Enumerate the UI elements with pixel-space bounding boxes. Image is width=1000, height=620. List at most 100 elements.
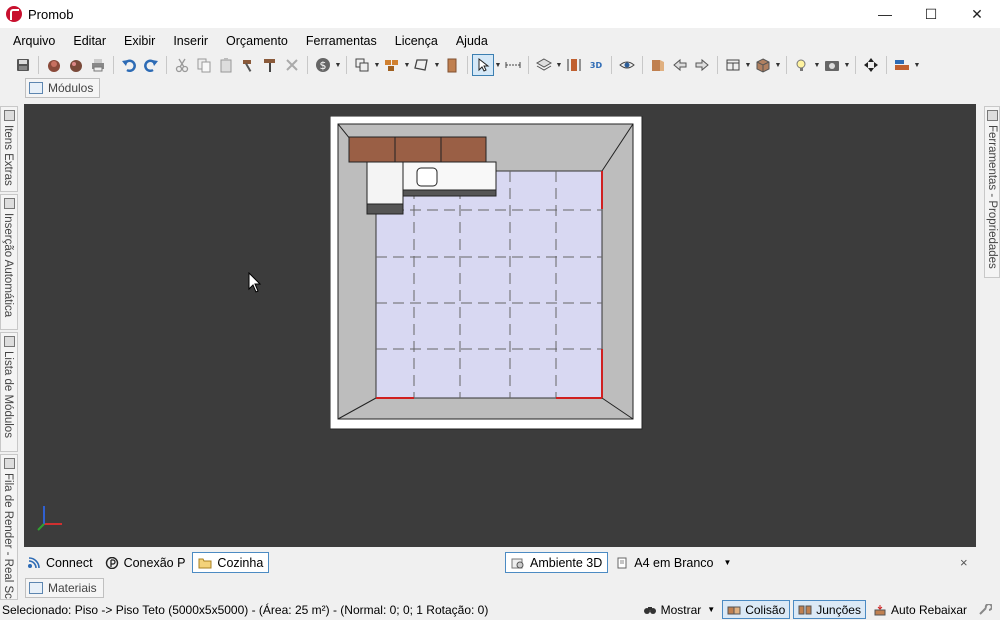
view-3d-button[interactable]: 3D <box>585 54 607 76</box>
shape-dropdown[interactable]: ▼ <box>433 54 441 76</box>
menu-licenca[interactable]: Licença <box>386 31 447 51</box>
shape-button[interactable] <box>411 54 433 76</box>
camera-button[interactable] <box>821 54 843 76</box>
juncoes-toggle[interactable]: Junções <box>793 600 866 619</box>
tab-ambiente-3d[interactable]: Ambiente 3D <box>505 552 609 573</box>
conexao-icon <box>105 556 118 569</box>
select-dropdown[interactable]: ▼ <box>494 54 502 76</box>
menu-ajuda[interactable]: Ajuda <box>447 31 497 51</box>
a4-dropdown-icon[interactable]: ▼ <box>723 558 731 567</box>
auto-insert-icon <box>4 198 15 209</box>
window-view-button[interactable] <box>722 54 744 76</box>
delete-button[interactable] <box>281 54 303 76</box>
paste-button[interactable] <box>215 54 237 76</box>
copy-button[interactable] <box>193 54 215 76</box>
toolbar-separator <box>528 56 529 74</box>
box-button[interactable] <box>752 54 774 76</box>
upper-cabinets[interactable] <box>348 136 487 163</box>
floor[interactable] <box>375 170 603 399</box>
hammer-icon <box>243 60 252 72</box>
tab-lista-de-modulos[interactable]: Lista de Módulos <box>0 332 18 452</box>
mostrar-button[interactable]: Mostrar ▼ <box>639 600 720 619</box>
menu-orcamento[interactable]: Orçamento <box>217 31 297 51</box>
modules-tab[interactable]: Módulos <box>25 78 101 98</box>
budget-button[interactable]: $ <box>312 54 334 76</box>
close-button[interactable]: ✕ <box>954 0 1000 28</box>
paint-roller-icon <box>264 59 275 72</box>
hammer-button[interactable] <box>237 54 259 76</box>
minimize-button[interactable]: — <box>862 0 908 28</box>
layout-button[interactable] <box>891 54 913 76</box>
undo-button[interactable] <box>118 54 140 76</box>
window-view-dropdown[interactable]: ▼ <box>744 54 752 76</box>
menu-ferramentas[interactable]: Ferramentas <box>297 31 386 51</box>
maximize-button[interactable]: ☐ <box>908 0 954 28</box>
tab-cozinha[interactable]: Cozinha <box>192 552 270 573</box>
materials-tab[interactable]: Materiais <box>25 578 104 598</box>
measure-button[interactable] <box>502 54 524 76</box>
menu-arquivo[interactable]: Arquivo <box>0 31 64 51</box>
tab-a4-em-branco-label: A4 em Branco <box>634 555 714 570</box>
tab-itens-extras-label: Itens Extras <box>2 125 14 186</box>
print-button[interactable] <box>87 54 109 76</box>
status-controls: Mostrar ▼ Colisão Junções Auto Rebaixar <box>636 599 1000 620</box>
toolbar-separator <box>38 56 39 74</box>
visibility-button[interactable] <box>616 54 638 76</box>
menu-exibir[interactable]: Exibir <box>115 31 164 51</box>
menu-editar[interactable]: Editar <box>64 31 115 51</box>
tab-conexao[interactable]: Conexão P <box>100 552 191 573</box>
layers-dropdown[interactable]: ▼ <box>555 54 563 76</box>
folder-icon <box>198 558 212 568</box>
auto-rebaixar-toggle[interactable]: Auto Rebaixar <box>869 600 971 619</box>
toolbar-separator <box>346 56 347 74</box>
open-door-button[interactable] <box>647 54 669 76</box>
design-viewport[interactable] <box>24 104 976 547</box>
render-queue-icon <box>4 458 15 469</box>
budget-dropdown[interactable]: ▼ <box>334 54 342 76</box>
list-icon <box>4 336 15 347</box>
door-button[interactable] <box>441 54 463 76</box>
tools-status-button[interactable] <box>974 600 1000 619</box>
arrow-right-icon <box>695 58 709 72</box>
render-scene-button[interactable] <box>65 54 87 76</box>
render-button[interactable] <box>43 54 65 76</box>
colisao-label: Colisão <box>745 602 786 617</box>
page-icon <box>617 557 627 568</box>
save-icon <box>17 59 29 71</box>
insert-button[interactable] <box>381 54 403 76</box>
layout-dropdown[interactable]: ▼ <box>913 54 921 76</box>
modules-dropdown[interactable]: ▼ <box>373 54 381 76</box>
navigate-button[interactable] <box>860 54 882 76</box>
close-document-button[interactable]: × <box>960 555 968 570</box>
colisao-toggle[interactable]: Colisão <box>722 600 791 619</box>
redo-button[interactable] <box>140 54 162 76</box>
select-tool-button[interactable] <box>472 54 494 76</box>
tab-a4-em-branco[interactable]: A4 em Branco ▼ <box>610 552 736 573</box>
floor-plan[interactable] <box>330 116 643 430</box>
light-bulb-icon <box>796 59 806 71</box>
box-dropdown[interactable]: ▼ <box>774 54 782 76</box>
tab-lista-de-modulos-label: Lista de Módulos <box>2 351 14 438</box>
svg-text:$: $ <box>320 59 327 72</box>
modules-button[interactable] <box>351 54 373 76</box>
tab-itens-extras[interactable]: Itens Extras <box>0 106 18 192</box>
save-button[interactable] <box>12 54 34 76</box>
toolbar-separator <box>611 56 612 74</box>
tab-fila-de-render[interactable]: Fila de Render - Real Sc <box>0 454 18 600</box>
toolbar-separator <box>307 56 308 74</box>
dimension-button[interactable] <box>563 54 585 76</box>
tab-connect[interactable]: Connect <box>22 552 98 573</box>
insert-icon <box>385 60 398 71</box>
layers-button[interactable] <box>533 54 555 76</box>
menu-inserir[interactable]: Inserir <box>164 31 217 51</box>
light-dropdown[interactable]: ▼ <box>813 54 821 76</box>
tab-insercao-automatica[interactable]: Inserção Automática <box>0 194 18 330</box>
move-right-button[interactable] <box>691 54 713 76</box>
tab-ferramentas-propriedades[interactable]: Ferramentas - Propriedades <box>984 106 1000 278</box>
camera-dropdown[interactable]: ▼ <box>843 54 851 76</box>
move-left-button[interactable] <box>669 54 691 76</box>
paint-button[interactable] <box>259 54 281 76</box>
light-button[interactable] <box>791 54 813 76</box>
cut-button[interactable] <box>171 54 193 76</box>
insert-dropdown[interactable]: ▼ <box>403 54 411 76</box>
